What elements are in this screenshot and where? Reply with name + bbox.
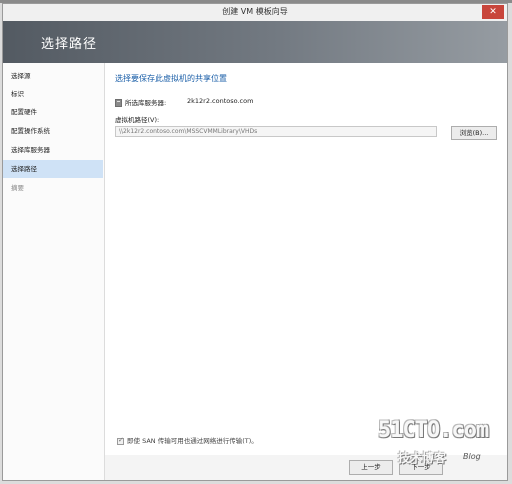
window-title: 创建 VM 模板向导 (222, 7, 288, 16)
watermark: 51CTO.com 技术博客 Blog (378, 418, 508, 478)
nav-item-identity[interactable]: 标识 (3, 85, 103, 103)
nav-item-configure-os[interactable]: 配置操作系统 (3, 122, 103, 140)
watermark-blog: Blog (463, 452, 481, 461)
library-server-label: 所选库服务器: (125, 99, 167, 107)
nav-item-select-library-server[interactable]: 选择库服务器 (3, 141, 103, 159)
vm-path-input[interactable] (115, 126, 437, 137)
nav-item-summary[interactable]: 摘要 (3, 179, 103, 197)
content-panel: 选择要保存此虚拟机的共享位置 所选库服务器: 2k12r2.contoso.co… (105, 63, 507, 455)
watermark-logo: 51CTO.com (378, 418, 489, 443)
watermark-subtitle: 技术博客 (398, 451, 447, 465)
page-title: 选择路径 (41, 37, 98, 52)
library-server-row: 所选库服务器: 2k12r2.contoso.com (115, 97, 253, 109)
title-bar: 创建 VM 模板向导 ✕ (3, 4, 507, 22)
library-server-value: 2k12r2.contoso.com (187, 97, 254, 105)
nav-item-configure-hardware[interactable]: 配置硬件 (3, 103, 103, 121)
close-icon: ✕ (489, 7, 497, 17)
san-transfer-label: 即使 SAN 传输可用也通过网络进行传输(T)。 (127, 437, 258, 445)
close-button[interactable]: ✕ (482, 5, 504, 19)
nav-item-select-path[interactable]: 选择路径 (3, 160, 103, 178)
san-transfer-checkbox[interactable] (117, 436, 124, 445)
server-icon (115, 99, 122, 107)
browse-button[interactable]: 浏览(B)... (451, 126, 497, 140)
wizard-nav: 选择源 标识 配置硬件 配置操作系统 选择库服务器 选择路径 摘要 (3, 63, 105, 480)
page-banner: 选择路径 (3, 21, 507, 63)
vm-path-label: 虚拟机路径(V): (115, 116, 160, 124)
nav-item-select-source[interactable]: 选择源 (3, 67, 103, 85)
san-transfer-option[interactable]: 即使 SAN 传输可用也通过网络进行传输(T)。 (117, 435, 258, 445)
section-heading: 选择要保存此虚拟机的共享位置 (115, 74, 227, 83)
wizard-window: 创建 VM 模板向导 ✕ 选择路径 选择源 标识 配置硬件 配置操作系统 选择库… (2, 3, 508, 481)
